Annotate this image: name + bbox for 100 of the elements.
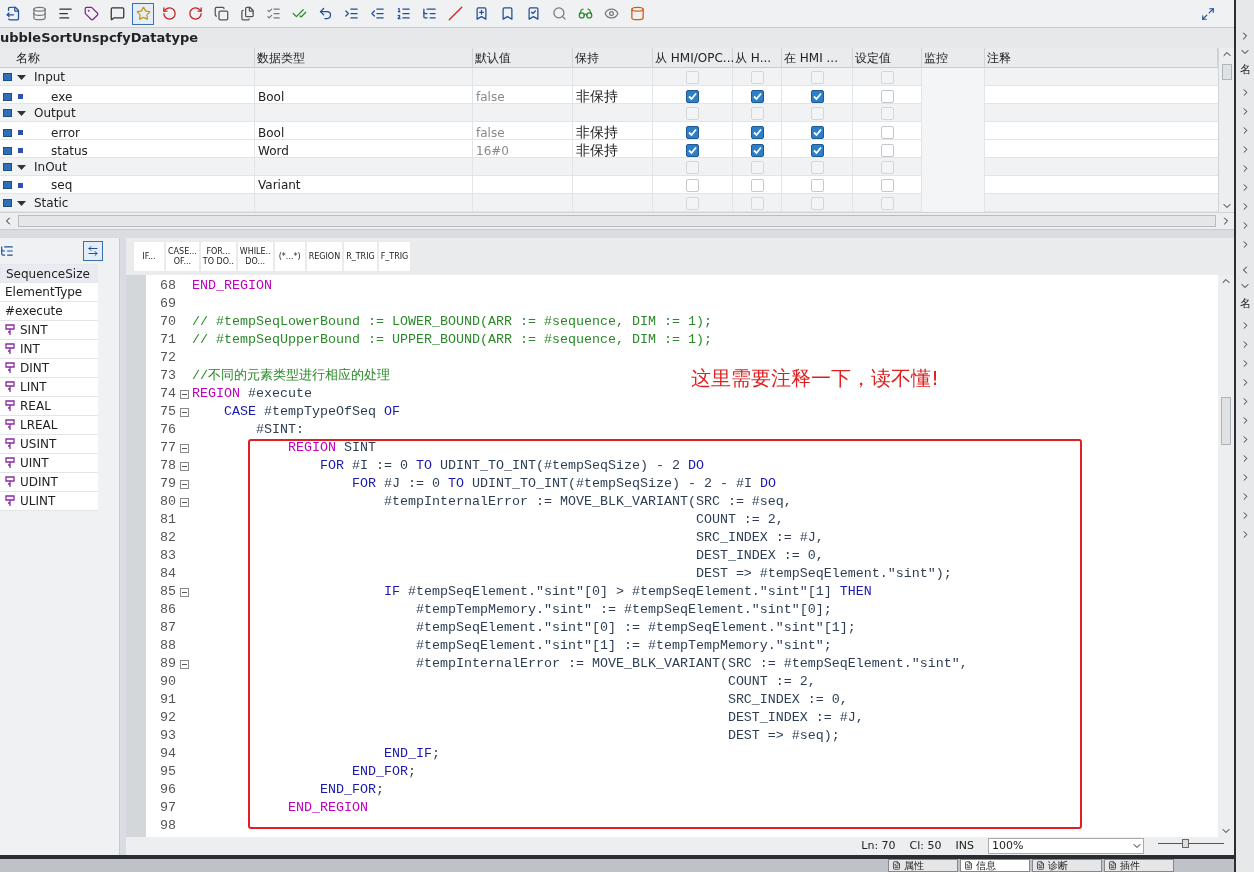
scroll-thumb[interactable]	[18, 215, 1216, 227]
document-icon	[892, 861, 901, 870]
outline-item[interactable]: LINT	[0, 378, 98, 397]
column-header[interactable]: 保持	[573, 48, 653, 67]
vertical-scrollbar[interactable]	[1218, 48, 1234, 212]
code-line: END_REGION	[286, 799, 368, 817]
section-name: Static	[34, 195, 69, 212]
retain-value: 非保持	[576, 87, 618, 106]
expand-icon[interactable]	[14, 198, 28, 208]
snippet-button[interactable]: REGION	[306, 242, 343, 271]
region-icon	[5, 495, 15, 507]
fold-icon[interactable]	[179, 461, 189, 471]
panel-label: 名	[1239, 62, 1251, 78]
outline-item[interactable]: LREAL	[0, 416, 98, 435]
outline-item[interactable]: INT	[0, 340, 98, 359]
outline-item[interactable]: UDINT	[0, 473, 98, 492]
slider-thumb[interactable]	[1181, 839, 1189, 848]
panel-tab[interactable]: 信息	[960, 859, 1030, 872]
line-number: 94	[159, 745, 176, 763]
line-number: 92	[159, 709, 176, 727]
outline-item[interactable]: REAL	[0, 397, 98, 416]
line-number: 81	[159, 511, 176, 529]
line-number: 86	[159, 601, 176, 619]
snippet-button[interactable]: R_TRIG	[344, 242, 377, 271]
code-line: #SINT:	[255, 421, 304, 439]
snippet-button[interactable]: (*...*)	[274, 242, 305, 271]
panel-tab[interactable]: 插件	[1104, 859, 1174, 872]
column-header[interactable]: 数据类型	[255, 48, 473, 67]
column-header[interactable]: 默认值	[473, 48, 573, 67]
column-indicator: Cl: 50	[909, 837, 942, 854]
checkbox[interactable]	[686, 126, 699, 139]
zoom-dropdown[interactable]: 100%	[988, 838, 1144, 854]
code-line: SRC_INDEX := #J,	[694, 529, 824, 547]
column-header[interactable]: 设定值	[853, 48, 922, 67]
column-header[interactable]: 在 HMI ...	[782, 48, 853, 67]
panel-tab[interactable]: 诊断	[1032, 859, 1102, 872]
outline-item[interactable]: ElementType	[0, 283, 98, 302]
line-number: 74	[159, 385, 176, 403]
horizontal-scrollbar[interactable]	[0, 212, 1234, 229]
outline-item[interactable]: SINT	[0, 321, 98, 340]
insert-mode: INS	[955, 837, 974, 854]
fold-icon[interactable]	[179, 443, 189, 453]
snippet-button[interactable]: WHILE.. DO...	[237, 242, 273, 271]
fold-icon[interactable]	[179, 479, 189, 489]
outline-item[interactable]: USINT	[0, 435, 98, 454]
outline-item[interactable]: #execute	[0, 302, 98, 321]
fold-icon[interactable]	[179, 659, 189, 669]
document-icon	[1036, 861, 1045, 870]
column-header[interactable]: 名称	[14, 48, 255, 67]
checkbox[interactable]	[750, 90, 764, 103]
line-number: 78	[159, 457, 176, 475]
data-type: Bool	[258, 124, 285, 142]
expand-icon[interactable]	[14, 162, 28, 172]
line-number: 69	[159, 295, 176, 313]
checkbox[interactable]	[810, 144, 824, 157]
code-line: END_REGION	[192, 277, 272, 295]
scroll-thumb[interactable]	[1221, 64, 1232, 80]
column-header[interactable]: 从 HMI/OPC...	[653, 48, 733, 67]
region-icon	[5, 419, 15, 431]
line-indicator: Ln: 70	[861, 837, 896, 854]
line-number: 75	[159, 403, 176, 421]
panel-tab[interactable]: 属性	[888, 859, 958, 872]
expand-icon[interactable]	[14, 72, 28, 82]
snippet-button[interactable]: FOR... TO DO..	[200, 242, 236, 271]
region-icon	[5, 381, 15, 393]
line-number: 85	[159, 583, 176, 601]
code-line: REGION #execute	[192, 385, 312, 403]
code-line: #tempInternalError := MOVE_BLK_VARIANT(SRC := #tempSeqElement."sint",	[414, 655, 968, 673]
line-number: 84	[159, 565, 176, 583]
checkbox[interactable]	[686, 144, 699, 157]
column-header[interactable]: 从 H...	[733, 48, 782, 67]
code-line: FOR #I := 0 TO UDINT_TO_INT(#tempSeqSize) - 2 DO	[318, 457, 704, 475]
snippet-button[interactable]: F_TRIG	[378, 242, 411, 271]
snippet-button[interactable]: IF...	[134, 242, 164, 271]
outline-item[interactable]: UINT	[0, 454, 98, 473]
line-number: 88	[159, 637, 176, 655]
annotation-text: 这里需要注释一下，读不懂!	[691, 365, 940, 392]
variable-icon	[18, 182, 23, 188]
fold-icon[interactable]	[179, 389, 189, 399]
fold-icon[interactable]	[179, 407, 189, 417]
code-line: END_FOR;	[350, 763, 416, 781]
outline-item[interactable]: DINT	[0, 359, 98, 378]
checkbox[interactable]	[810, 90, 824, 103]
outline-icon[interactable]	[0, 244, 14, 258]
snippet-button[interactable]: CASE... OF...	[166, 242, 199, 271]
fold-icon[interactable]	[179, 497, 189, 507]
checkbox[interactable]	[686, 90, 699, 103]
column-header[interactable]: 监控	[922, 48, 985, 67]
checkbox[interactable]	[810, 126, 824, 139]
expand-icon[interactable]	[14, 108, 28, 118]
outline-item[interactable]: ULINT	[0, 492, 98, 511]
block-title: ubbleSortUnspcfyDatatype	[0, 29, 199, 48]
code-line: COUNT := 2,	[694, 511, 784, 529]
line-number: 76	[159, 421, 176, 439]
scroll-thumb[interactable]	[1221, 397, 1231, 445]
outline-item[interactable]: SequenceSize	[0, 264, 98, 283]
checkbox[interactable]	[750, 126, 764, 139]
checkbox[interactable]	[750, 144, 764, 157]
toggle-view-button[interactable]	[83, 241, 103, 261]
fold-icon[interactable]	[179, 587, 189, 597]
